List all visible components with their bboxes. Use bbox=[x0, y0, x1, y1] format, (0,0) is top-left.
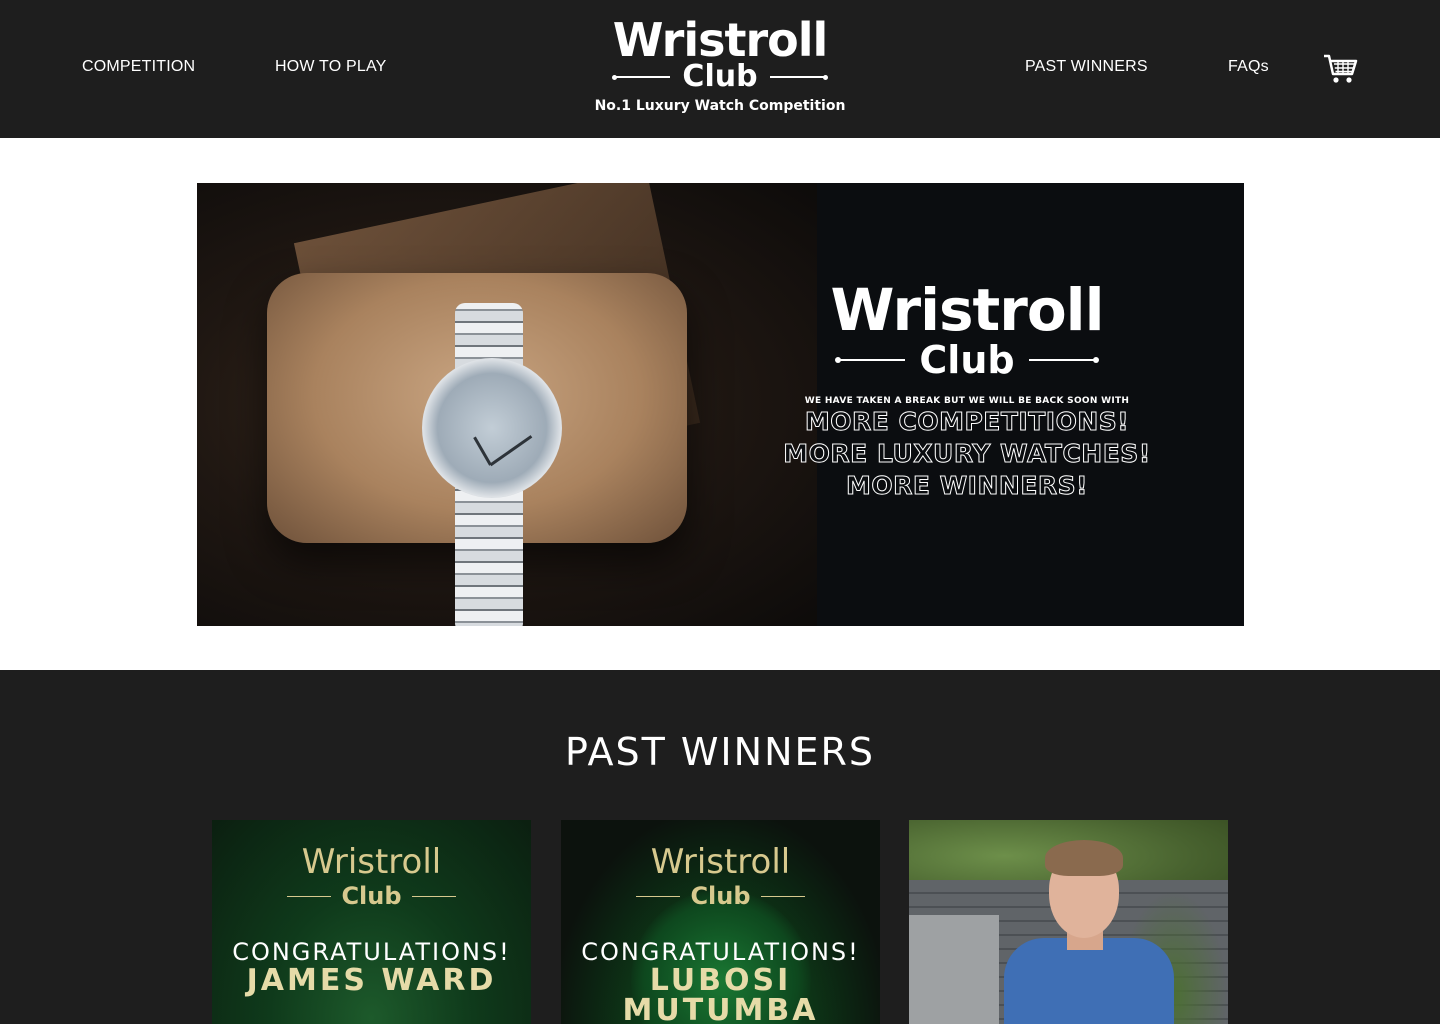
winner-name: JAMES WARD bbox=[246, 963, 497, 998]
logo-divider-left bbox=[612, 74, 671, 80]
nav-how-to-play[interactable]: HOW TO PLAY bbox=[275, 58, 387, 76]
card-club: Club bbox=[341, 882, 402, 910]
logo-club-row: Club bbox=[560, 60, 880, 94]
card-wordmark: Wristroll bbox=[301, 842, 442, 882]
hero-line-winners: MORE WINNERS! bbox=[845, 471, 1089, 501]
shed-image bbox=[909, 915, 999, 1024]
hero-line-competitions: MORE COMPETITIONS! bbox=[804, 407, 1130, 437]
card-congrats: CONGRATULATIONS! bbox=[581, 938, 860, 966]
shopping-cart-icon[interactable] bbox=[1322, 52, 1358, 86]
card-club: Club bbox=[690, 882, 751, 910]
card-wordmark: Wristroll bbox=[650, 842, 791, 882]
hero-banner: Wristroll Club WE HAVE TAKEN A BREAK BUT… bbox=[197, 183, 1244, 626]
logo-tagline: No.1 Luxury Watch Competition bbox=[594, 98, 846, 114]
hero-club-row: Club bbox=[757, 338, 1177, 382]
card-club-row: Club bbox=[561, 882, 880, 910]
card-logo: Wristroll Club bbox=[561, 842, 880, 910]
hero-divider-right bbox=[1028, 357, 1099, 363]
card-divider bbox=[411, 895, 456, 897]
site-header: COMPETITION HOW TO PLAY Wristroll Club N… bbox=[0, 0, 1440, 138]
winner-name: LUBOSI MUTUMBA bbox=[622, 963, 819, 1024]
card-divider bbox=[760, 895, 805, 897]
logo-divider-right bbox=[769, 74, 828, 80]
site-logo[interactable]: Wristroll Club No.1 Luxury Watch Competi… bbox=[560, 10, 880, 130]
past-winners-section: PAST WINNERS Wristroll Club CONGRATULATI… bbox=[0, 670, 1440, 1024]
nav-competition[interactable]: COMPETITION bbox=[82, 58, 195, 76]
card-divider bbox=[287, 895, 332, 897]
winner-card[interactable]: Wristroll Club CONGRATULATIONS! JAMES WA… bbox=[212, 820, 531, 1024]
watch-dial-image bbox=[422, 358, 562, 498]
winner-photo-card[interactable] bbox=[909, 820, 1228, 1024]
winner-hair bbox=[1045, 840, 1123, 876]
nav-faqs[interactable]: FAQs bbox=[1228, 58, 1269, 76]
card-logo: Wristroll Club bbox=[212, 842, 531, 910]
card-congrats: CONGRATULATIONS! bbox=[232, 938, 511, 966]
card-club-row: Club bbox=[212, 882, 531, 910]
hero-text: Wristroll Club WE HAVE TAKEN A BREAK BUT… bbox=[757, 278, 1177, 502]
logo-club: Club bbox=[682, 59, 758, 94]
hero-club: Club bbox=[919, 338, 1015, 382]
nav-past-winners[interactable]: PAST WINNERS bbox=[1025, 58, 1148, 76]
hero-line-watches: MORE LUXURY WATCHES! bbox=[783, 439, 1151, 469]
winner-card[interactable]: Wristroll Club CONGRATULATIONS! LUBOSI M… bbox=[561, 820, 880, 1024]
hero-notice: WE HAVE TAKEN A BREAK BUT WE WILL BE BAC… bbox=[804, 396, 1130, 406]
hero-wordmark: Wristroll bbox=[830, 276, 1105, 344]
hero-divider-left bbox=[835, 357, 906, 363]
card-divider bbox=[636, 895, 681, 897]
winner-shirt bbox=[1004, 938, 1174, 1024]
past-winners-heading: PAST WINNERS bbox=[564, 730, 876, 774]
